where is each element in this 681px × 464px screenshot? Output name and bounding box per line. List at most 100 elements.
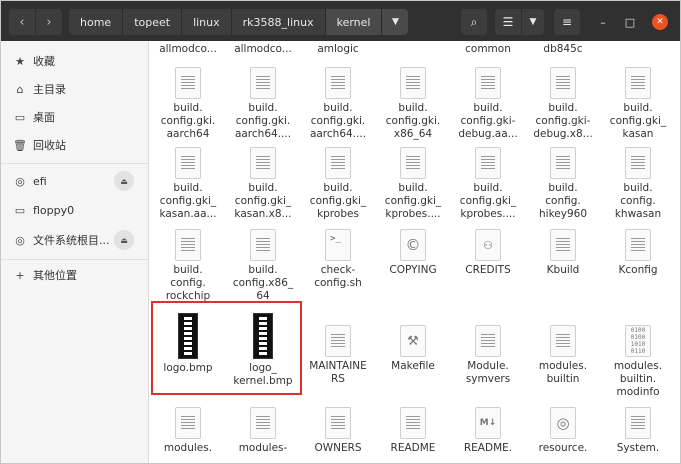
breadcrumb-topeet[interactable]: topeet: [123, 9, 183, 35]
file-item[interactable]: Module. symvers: [450, 325, 526, 386]
file-item[interactable]: allmodco...: [225, 43, 301, 56]
close-button[interactable]: ✕: [652, 14, 668, 30]
file-item[interactable]: M↓ README.: [450, 407, 526, 455]
file-name: Module. symvers: [465, 360, 511, 385]
file-item[interactable]: build. config.gki_ kasan.aa...: [150, 147, 226, 221]
breadcrumb-kernel[interactable]: kernel: [325, 9, 383, 35]
main-menu-button[interactable]: ≡: [554, 9, 580, 35]
minimize-icon: –: [600, 15, 606, 29]
file-item[interactable]: build. config. rockchip: [150, 229, 226, 303]
file-item[interactable]: build. config.x86_ 64: [225, 229, 301, 303]
text-file-icon: [325, 407, 351, 439]
view-options-button[interactable]: ▼: [522, 9, 544, 35]
file-item[interactable]: allmodco...: [150, 43, 226, 56]
close-icon: ✕: [656, 17, 664, 27]
star-icon: ★: [15, 54, 25, 68]
file-item[interactable]: build. config.gki. aarch64....: [300, 67, 376, 141]
file-item[interactable]: ◎ resource.: [525, 407, 601, 455]
file-item[interactable]: Kbuild: [525, 229, 601, 277]
file-item[interactable]: amlogic: [300, 43, 376, 56]
file-name: build. config.gki_ kasan.aa...: [159, 182, 217, 220]
sidebar-item-filesystem-root[interactable]: ◎ 文件系统根目... ⏏: [1, 226, 148, 254]
file-item[interactable]: build. config.gki_ kasan: [600, 67, 676, 141]
chevron-right-icon: ›: [46, 14, 52, 30]
file-name: build. config.gki_ kasan.x8...: [234, 182, 292, 220]
disk-image-icon: ◎: [550, 407, 576, 439]
sidebar-item-home[interactable]: ⌂ 主目录: [1, 75, 148, 103]
file-name: Makefile: [391, 360, 435, 372]
file-item[interactable]: build. config.gki. aarch64....: [225, 67, 301, 141]
back-button[interactable]: ‹: [9, 9, 35, 35]
file-name: build. config.gki. aarch64....: [234, 102, 292, 140]
file-item[interactable]: modules.: [150, 407, 226, 455]
text-file-icon: [475, 147, 501, 179]
file-item[interactable]: MAINTAINE RS: [300, 325, 376, 386]
file-name: build. config.gki_ kprobes: [309, 182, 367, 220]
file-item[interactable]: © COPYING: [375, 229, 451, 277]
sidebar-item-label: 收藏: [33, 55, 55, 68]
text-file-icon: [550, 147, 576, 179]
file-item[interactable]: 0100 0100 1010 0110 modules. builtin. modinf…: [600, 325, 676, 399]
hamburger-icon: ≡: [561, 15, 573, 29]
breadcrumb-dropdown-button[interactable]: ▼: [382, 9, 409, 35]
minimize-button[interactable]: –: [595, 14, 611, 30]
file-item[interactable]: ⚇ CREDITS: [450, 229, 526, 277]
file-item[interactable]: System.: [600, 407, 676, 455]
text-file-icon: [625, 67, 651, 99]
header-bar: ‹ › home topeet linux rk3588_linux kerne…: [1, 1, 680, 41]
eject-button[interactable]: ⏏: [114, 171, 134, 191]
eject-button[interactable]: ⏏: [114, 230, 134, 250]
sidebar-item-desktop[interactable]: ▭ 桌面: [1, 103, 148, 131]
people-icon: ⚇: [475, 229, 501, 261]
sidebar-item-starred[interactable]: ★ 收藏: [1, 47, 148, 75]
file-item[interactable]: build. config.gki_ kprobes....: [375, 147, 451, 221]
sidebar-item-efi[interactable]: ◎ efi ⏏: [1, 167, 148, 195]
file-item[interactable]: build. config.gki. aarch64: [150, 67, 226, 141]
text-file-icon: [250, 229, 276, 261]
breadcrumb-home[interactable]: home: [69, 9, 124, 35]
file-name: resource.: [538, 442, 588, 454]
file-item[interactable]: README: [375, 407, 451, 455]
sidebar-item-floppy0[interactable]: ▭ floppy0: [1, 196, 148, 224]
sidebar-item-other-locations[interactable]: + 其他位置: [1, 261, 148, 289]
text-file-icon: [325, 67, 351, 99]
text-file-icon: [625, 407, 651, 439]
file-item[interactable]: build. config. hikey960: [525, 147, 601, 221]
file-item[interactable]: build. config.gki- debug.aa...: [450, 67, 526, 141]
sidebar-item-label: 主目录: [33, 83, 66, 96]
file-item[interactable]: >_ check- config.sh: [300, 229, 376, 290]
breadcrumb-rk3588-linux[interactable]: rk3588_linux: [231, 9, 326, 35]
file-item[interactable]: OWNERS: [300, 407, 376, 455]
file-grid: allmodco... allmodco... amlogic common d…: [150, 41, 680, 463]
text-file-icon: [475, 325, 501, 357]
floppy-icon: ▭: [14, 203, 26, 217]
file-name: build. config. hikey960: [539, 182, 587, 220]
breadcrumb-linux[interactable]: linux: [182, 9, 232, 35]
text-file-icon: [250, 67, 276, 99]
search-button[interactable]: ⌕: [461, 9, 487, 35]
file-name: amlogic: [317, 43, 359, 55]
sidebar-item-trash[interactable]: 🗑 回收站: [1, 131, 148, 159]
file-item[interactable]: ⚒ Makefile: [375, 325, 451, 373]
forward-button[interactable]: ›: [36, 9, 62, 35]
chevron-down-icon: ▼: [529, 17, 537, 27]
file-item[interactable]: modules-: [225, 407, 301, 455]
file-name: modules.: [163, 442, 213, 454]
file-item[interactable]: Kconfig: [600, 229, 676, 277]
sidebar-item-label: 桌面: [33, 111, 55, 124]
file-item[interactable]: build. config.gki. x86_64: [375, 67, 451, 141]
text-file-icon: [250, 147, 276, 179]
file-name: README.: [463, 442, 513, 454]
file-item[interactable]: db845c: [525, 43, 601, 56]
file-item[interactable]: build. config.gki_ kprobes: [300, 147, 376, 221]
file-item[interactable]: build. config.gki- debug.x8...: [525, 67, 601, 141]
view-mode-button[interactable]: ☰: [495, 9, 521, 35]
file-item[interactable]: build. config.gki_ kprobes....: [450, 147, 526, 221]
highlight-box: [151, 301, 302, 395]
file-item[interactable]: modules. builtin: [525, 325, 601, 386]
file-item[interactable]: build. config. khwasan: [600, 147, 676, 221]
file-item[interactable]: common: [450, 43, 526, 56]
file-name: OWNERS: [314, 442, 362, 454]
file-item[interactable]: build. config.gki_ kasan.x8...: [225, 147, 301, 221]
maximize-button[interactable]: □: [622, 14, 638, 30]
